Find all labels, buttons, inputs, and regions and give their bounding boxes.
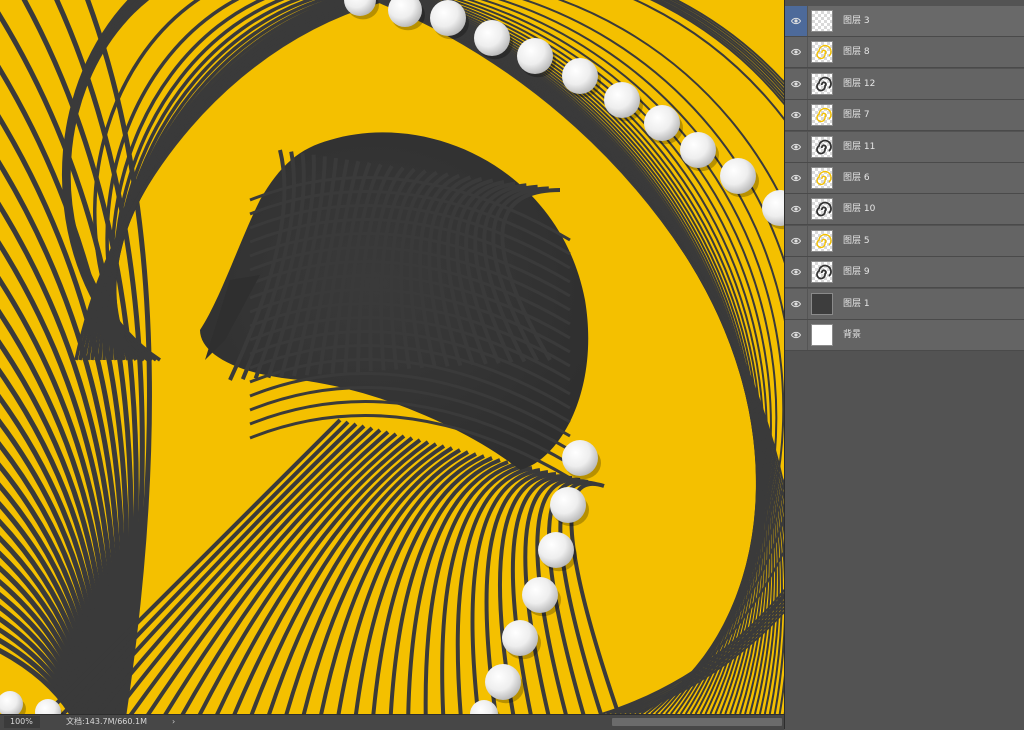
layer-row[interactable]: 图层 1 [785, 288, 1024, 320]
layer-name: 图层 9 [843, 267, 870, 278]
pearl [430, 0, 466, 36]
pearl [562, 58, 598, 94]
layer-name: 图层 7 [843, 110, 870, 121]
pearl [644, 105, 680, 141]
layer-row[interactable]: 图层 10 [785, 194, 1024, 226]
eye-icon[interactable] [785, 225, 808, 256]
layer-name: 图层 10 [843, 204, 876, 215]
layer-thumbnail[interactable] [811, 324, 833, 346]
eye-icon[interactable] [785, 37, 808, 68]
layer-thumbnail[interactable] [811, 229, 833, 252]
layer-thumbnail[interactable] [811, 10, 833, 32]
pearl [485, 664, 521, 700]
layer-thumbnail[interactable] [811, 292, 833, 315]
eye-icon[interactable] [785, 194, 808, 225]
layer-row[interactable]: 背景 [785, 320, 1024, 351]
layer-thumbnail[interactable] [811, 72, 833, 95]
layers-panel: 图层 3 图层 8 图层 12 图层 7 图层 11 图层 6 图层 10 图层 5 图层 9 图… [785, 0, 1024, 729]
status-menu-arrow-icon[interactable]: › [172, 715, 175, 729]
layer-name: 图层 1 [843, 298, 870, 309]
layer-row[interactable]: 图层 12 [785, 68, 1024, 100]
pearl [562, 440, 598, 476]
layer-name: 图层 12 [843, 78, 876, 89]
layer-name: 图层 6 [843, 173, 870, 183]
pearl [680, 132, 716, 168]
eye-icon[interactable] [785, 68, 808, 99]
layer-thumbnail[interactable] [811, 104, 833, 127]
layer-thumbnail[interactable] [811, 135, 833, 158]
eye-icon[interactable] [785, 257, 808, 288]
layer-row[interactable]: 图层 9 [785, 257, 1024, 289]
eye-icon[interactable] [785, 320, 808, 350]
pearl [550, 487, 586, 523]
eye-icon[interactable] [785, 163, 808, 193]
eye-icon[interactable] [785, 100, 808, 131]
spiral-artwork [0, 0, 784, 714]
layer-row[interactable]: 图层 5 [785, 225, 1024, 257]
layer-row[interactable]: 图层 6 [785, 163, 1024, 194]
pearl [604, 82, 640, 118]
layer-thumbnail[interactable] [811, 41, 833, 64]
eye-icon[interactable] [785, 6, 808, 36]
status-bar: 100% 文档:143.7M/660.1M › [0, 714, 784, 730]
layer-row[interactable]: 图层 7 [785, 100, 1024, 132]
zoom-level-field[interactable]: 100% [4, 716, 40, 728]
layer-row[interactable]: 图层 11 [785, 131, 1024, 163]
pearl [474, 20, 510, 56]
layer-name: 图层 3 [843, 16, 870, 26]
layer-thumbnail[interactable] [811, 198, 833, 221]
layer-name: 图层 8 [843, 47, 870, 58]
layer-thumbnail[interactable] [811, 167, 833, 189]
layer-name: 图层 5 [843, 235, 870, 246]
pearl [538, 532, 574, 568]
pearl [720, 158, 756, 194]
pearl [502, 620, 538, 656]
layer-thumbnail[interactable] [811, 261, 833, 284]
pearl [522, 577, 558, 613]
layer-name: 背景 [843, 330, 862, 340]
layer-name: 图层 11 [843, 141, 876, 152]
eye-icon[interactable] [785, 131, 808, 162]
eye-icon[interactable] [785, 288, 808, 319]
pearl [517, 38, 553, 74]
layer-row[interactable]: 图层 3 [785, 6, 1024, 37]
layer-row[interactable]: 图层 8 [785, 37, 1024, 69]
document-canvas[interactable] [0, 0, 784, 714]
document-size-info[interactable]: 文档:143.7M/660.1M [66, 715, 147, 729]
horizontal-scrollbar[interactable] [612, 718, 782, 726]
